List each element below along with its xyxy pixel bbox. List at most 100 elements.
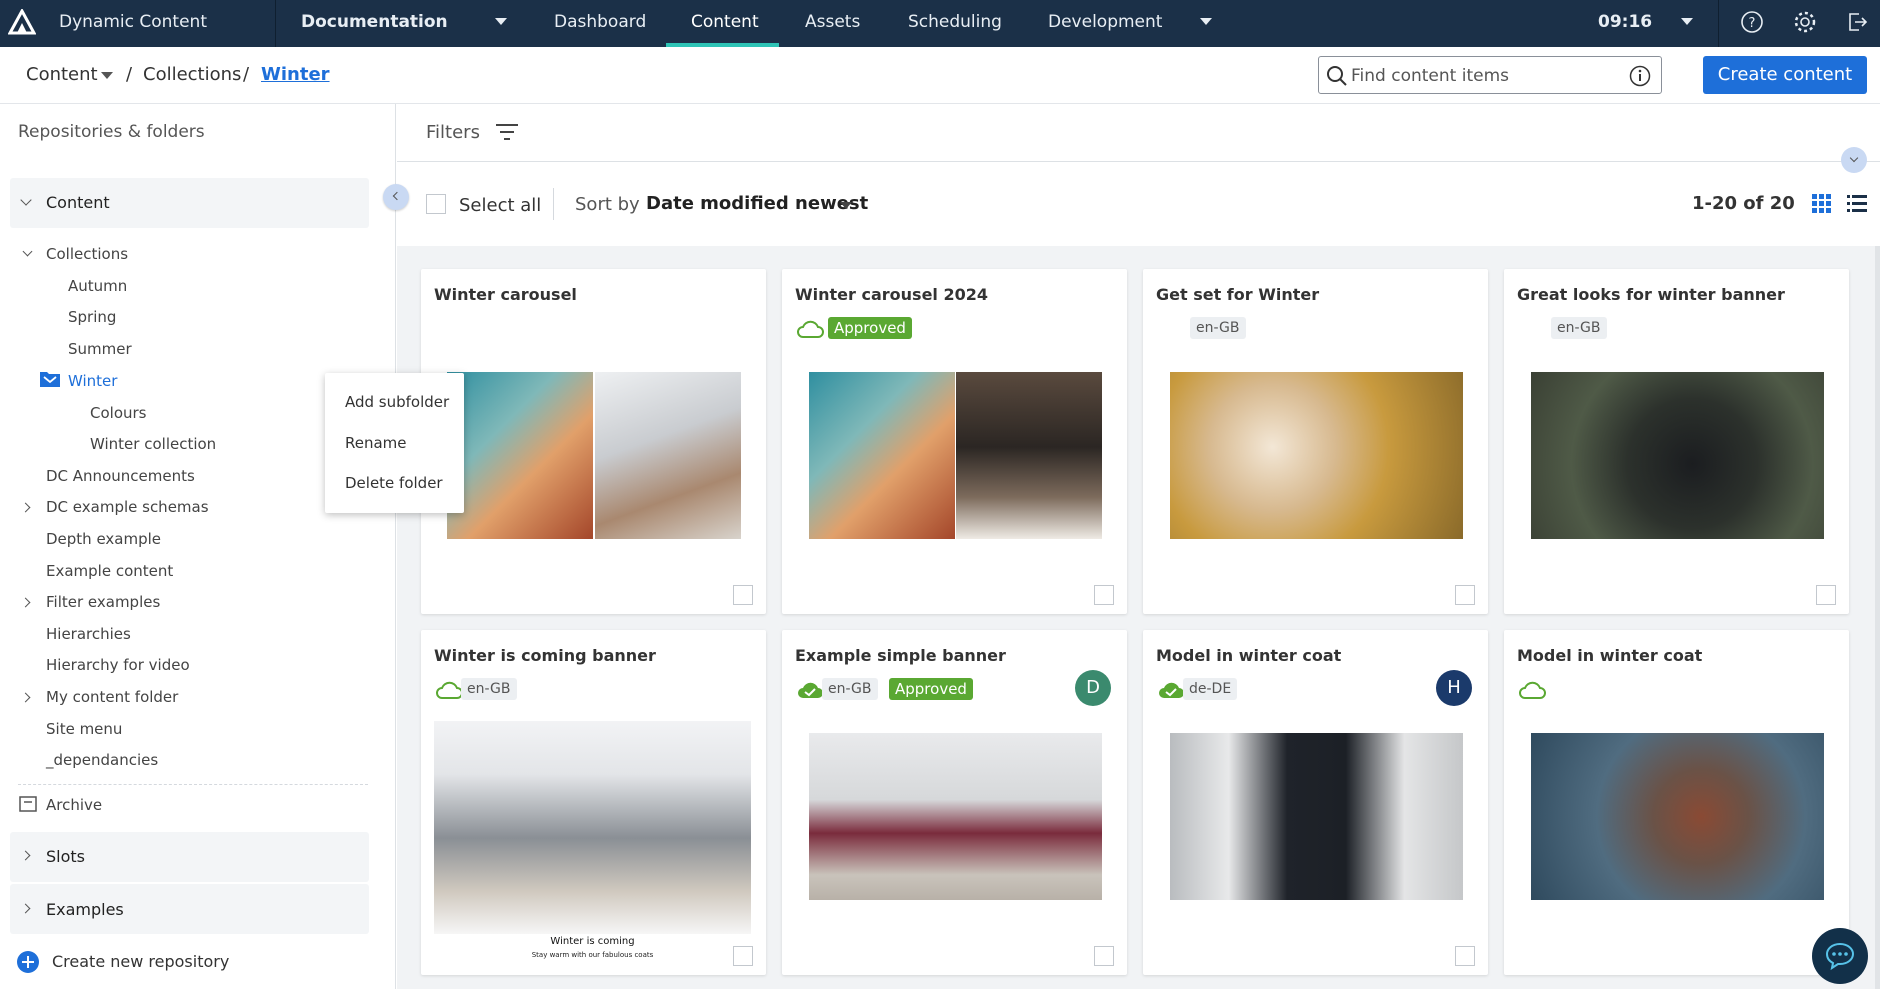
card-checkbox[interactable] xyxy=(1455,585,1475,605)
create-repository-link[interactable]: Create new repository xyxy=(52,952,229,971)
folder-dc-example-schemas[interactable]: DC example schemas xyxy=(46,498,209,516)
card-checkbox[interactable] xyxy=(1816,585,1836,605)
repo-examples-label: Examples xyxy=(46,900,124,919)
card-image xyxy=(1170,372,1463,539)
search-input[interactable]: Find content items xyxy=(1318,56,1662,94)
divider xyxy=(18,784,368,785)
expand-filters-button[interactable] xyxy=(1841,147,1867,173)
folder-open-icon xyxy=(40,372,60,387)
repo-slots-label: Slots xyxy=(46,847,85,866)
hub-selector[interactable]: Documentation xyxy=(301,0,448,47)
card-image xyxy=(434,721,751,934)
folder-filter-examples[interactable]: Filter examples xyxy=(46,593,160,611)
breadcrumb-collections[interactable]: Collections xyxy=(143,64,241,85)
hub-dropdown-icon[interactable] xyxy=(495,18,507,25)
content-card[interactable]: Model in winter coat de-DE H xyxy=(1143,630,1488,975)
card-title: Winter carousel xyxy=(434,285,577,304)
filters-label[interactable]: Filters xyxy=(426,122,480,143)
folder-depth-example[interactable]: Depth example xyxy=(46,530,161,548)
pagination-count: 1-20 of 20 xyxy=(1692,193,1795,214)
repo-content-label: Content xyxy=(46,193,110,212)
tab-development[interactable]: Development xyxy=(1048,0,1162,47)
card-checkbox[interactable] xyxy=(1094,585,1114,605)
cloud-published-icon xyxy=(797,320,824,338)
time-dropdown-icon[interactable] xyxy=(1681,18,1693,25)
sort-by-label: Sort by xyxy=(575,194,640,215)
card-title: Great looks for winter banner xyxy=(1517,285,1785,304)
svg-text:?: ? xyxy=(1749,16,1756,31)
help-icon[interactable]: ? xyxy=(1740,10,1764,34)
select-all-checkbox[interactable] xyxy=(426,194,446,214)
status-badge: Approved xyxy=(828,317,912,339)
info-icon[interactable] xyxy=(1629,65,1651,87)
amplience-logo-icon[interactable] xyxy=(8,9,36,35)
card-checkbox[interactable] xyxy=(733,946,753,966)
content-card[interactable]: Winter is coming banner en-GB Winter is … xyxy=(421,630,766,975)
top-navigation-bar: Dynamic Content Documentation Dashboard … xyxy=(0,0,1880,47)
logout-icon[interactable] xyxy=(1845,10,1869,34)
menu-item-rename[interactable]: Rename xyxy=(345,434,407,452)
card-checkbox[interactable] xyxy=(733,585,753,605)
tab-assets[interactable]: Assets xyxy=(805,0,860,47)
breadcrumb-separator: / xyxy=(243,64,250,85)
filter-icon[interactable] xyxy=(495,122,519,142)
collapse-sidebar-button[interactable] xyxy=(383,184,409,210)
add-circle-icon[interactable] xyxy=(16,950,40,974)
menu-item-add-subfolder[interactable]: Add subfolder xyxy=(345,393,449,411)
chat-button[interactable] xyxy=(1812,928,1868,984)
card-checkbox[interactable] xyxy=(1094,946,1114,966)
card-title: Winter carousel 2024 xyxy=(795,285,988,304)
grid-view-icon[interactable] xyxy=(1812,194,1832,214)
sort-select[interactable]: Date modified newest xyxy=(646,193,868,214)
cloud-synced-icon xyxy=(798,682,823,698)
folder-summer[interactable]: Summer xyxy=(68,340,132,358)
create-content-button[interactable]: Create content xyxy=(1703,56,1867,94)
select-all-label: Select all xyxy=(459,195,542,216)
folder-winter[interactable]: Winter xyxy=(68,372,117,390)
content-card[interactable]: Model in winter coat xyxy=(1504,630,1849,975)
list-view-icon[interactable] xyxy=(1847,194,1867,214)
settings-gear-icon[interactable] xyxy=(1793,10,1817,34)
archive-folder[interactable]: Archive xyxy=(46,796,102,814)
folder-spring[interactable]: Spring xyxy=(68,308,116,326)
content-card[interactable]: Example simple banner en-GB Approved D xyxy=(782,630,1127,975)
breadcrumb-separator: / xyxy=(126,64,133,85)
tab-content[interactable]: Content xyxy=(691,0,759,47)
folder-my-content-folder[interactable]: My content folder xyxy=(46,688,178,706)
card-title: Model in winter coat xyxy=(1517,646,1703,665)
content-card[interactable]: Get set for Winter en-GB xyxy=(1143,269,1488,614)
folder-hierarchies[interactable]: Hierarchies xyxy=(46,625,131,643)
content-card[interactable]: Winter carousel 2024 Approved xyxy=(782,269,1127,614)
folder-dependancies[interactable]: _dependancies xyxy=(46,751,158,769)
content-card[interactable]: Winter carousel xyxy=(421,269,766,614)
tab-dashboard[interactable]: Dashboard xyxy=(554,0,646,47)
tab-scheduling[interactable]: Scheduling xyxy=(908,0,1002,47)
avatar: H xyxy=(1436,670,1472,706)
locale-badge: en-GB xyxy=(461,678,517,700)
banner-caption: Winter is coming xyxy=(550,936,635,947)
card-image xyxy=(595,372,741,539)
filters-bar xyxy=(397,104,1880,162)
clock-time: 09:16 xyxy=(1598,12,1653,32)
folder-autumn[interactable]: Autumn xyxy=(68,277,127,295)
more-tabs-dropdown-icon[interactable] xyxy=(1200,18,1212,25)
content-card[interactable]: Great looks for winter banner en-GB xyxy=(1504,269,1849,614)
folder-dc-announcements[interactable]: DC Announcements xyxy=(46,467,195,485)
breadcrumb-dropdown-icon[interactable] xyxy=(101,72,113,79)
chevron-down-icon xyxy=(1849,153,1859,163)
search-placeholder: Find content items xyxy=(1351,66,1509,86)
folder-example-content[interactable]: Example content xyxy=(46,562,173,580)
sort-dropdown-icon[interactable] xyxy=(840,202,852,209)
breadcrumb-content[interactable]: Content xyxy=(26,64,98,85)
folder-hierarchy-for-video[interactable]: Hierarchy for video xyxy=(46,656,190,674)
folder-collections[interactable]: Collections xyxy=(46,245,128,263)
folder-site-menu[interactable]: Site menu xyxy=(46,720,122,738)
folder-winter-collection[interactable]: Winter collection xyxy=(90,435,216,453)
scrollbar[interactable] xyxy=(1875,246,1880,989)
breadcrumb-winter[interactable]: Winter xyxy=(261,64,330,85)
cloud-synced-icon xyxy=(1159,682,1184,698)
card-checkbox[interactable] xyxy=(1455,946,1475,966)
folder-colours[interactable]: Colours xyxy=(90,404,146,422)
menu-item-delete-folder[interactable]: Delete folder xyxy=(345,474,443,492)
cloud-published-icon xyxy=(1519,681,1546,699)
